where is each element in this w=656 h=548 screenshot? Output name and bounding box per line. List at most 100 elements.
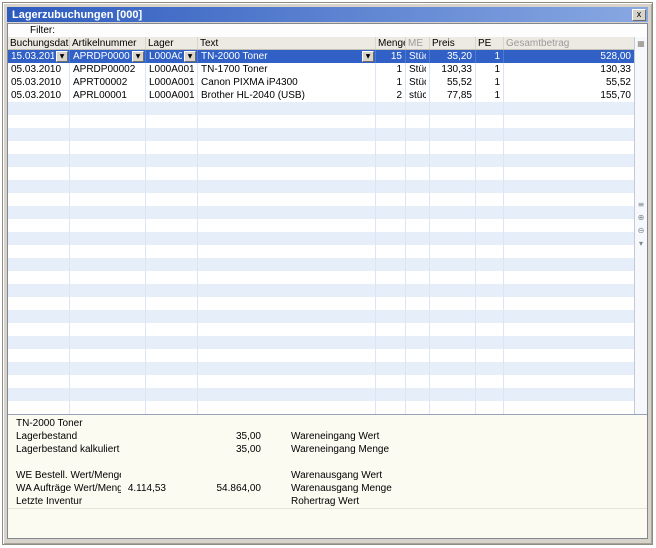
cell-empty [376, 167, 406, 180]
column-header-gesamtbetrag[interactable]: Gesamtbetrag [504, 37, 634, 49]
cell-empty [70, 297, 146, 310]
title-bar[interactable]: Lagerzubuchungen [000] x [7, 7, 648, 22]
table-row-empty[interactable] [8, 102, 634, 115]
column-header-menge[interactable]: Menge [376, 37, 406, 49]
table-row-empty[interactable] [8, 258, 634, 271]
table-row-empty[interactable] [8, 193, 634, 206]
table-row[interactable]: 05.03.2010APRT00002L000A001Canon PIXMA i… [8, 76, 634, 89]
table-row-empty[interactable] [8, 141, 634, 154]
data-grid: BuchungsdatumArtikelnummerLagerTextMenge… [8, 37, 634, 414]
app-window: Lagerzubuchungen [000] x Filter: Buchung… [2, 2, 653, 545]
zoom-out-icon[interactable]: ⊖ [636, 225, 647, 236]
cell-empty [8, 323, 70, 336]
table-row-empty[interactable] [8, 180, 634, 193]
table-row[interactable]: 05.03.2010APRL00001L000A001Brother HL-20… [8, 89, 634, 102]
cell-preis: 77,85 [430, 89, 476, 102]
column-chooser-icon[interactable]: ▦ [636, 38, 647, 49]
cell-empty [70, 102, 146, 115]
cell-empty [376, 128, 406, 141]
cell-empty [146, 401, 198, 414]
cell-empty [406, 102, 430, 115]
cell-empty [430, 271, 476, 284]
table-row-empty[interactable] [8, 362, 634, 375]
cell-empty [504, 323, 634, 336]
table-row-empty[interactable] [8, 388, 634, 401]
cell-empty [476, 141, 504, 154]
cell-empty [376, 375, 406, 388]
column-header-buchungsdatum[interactable]: Buchungsdatum [8, 37, 70, 49]
table-row-empty[interactable] [8, 401, 634, 414]
table-row-empty[interactable] [8, 245, 634, 258]
table-row-empty[interactable] [8, 128, 634, 141]
cell-gesamtbetrag: 528,00 [504, 50, 634, 63]
cell-empty [504, 206, 634, 219]
cell-empty [476, 206, 504, 219]
cell-empty [406, 128, 430, 141]
table-row-empty[interactable] [8, 375, 634, 388]
list-icon[interactable]: ≡ [636, 199, 647, 210]
cell-me: stück [406, 89, 430, 102]
cell-empty [406, 180, 430, 193]
expand-icon[interactable]: ▾ [636, 238, 647, 249]
column-header-lager[interactable]: Lager [146, 37, 198, 49]
table-row-empty[interactable] [8, 297, 634, 310]
cell-empty [8, 245, 70, 258]
table-row-empty[interactable] [8, 349, 634, 362]
cell-empty [70, 128, 146, 141]
table-row[interactable]: 05.03.2010APRDP00002L000A001TN-1700 Tone… [8, 63, 634, 76]
summary-product-row: TN-2000 Toner [8, 417, 647, 430]
zoom-in-icon[interactable]: ⊕ [636, 212, 647, 223]
table-row-selected[interactable]: 15.03.2010▼APRDP00001▼L000A001▼TN-2000 T… [8, 50, 634, 63]
dropdown-button[interactable]: ▼ [132, 51, 144, 62]
cell-empty [146, 258, 198, 271]
close-button[interactable]: x [632, 9, 646, 21]
column-header-pe[interactable]: PE [476, 37, 504, 49]
table-row-empty[interactable] [8, 167, 634, 180]
cell-empty [146, 206, 198, 219]
cell-empty [376, 388, 406, 401]
table-row-empty[interactable] [8, 323, 634, 336]
cell-empty [476, 336, 504, 349]
cell-lager: L000A001 [146, 76, 198, 89]
column-header-artikelnummer[interactable]: Artikelnummer [70, 37, 146, 49]
cell-empty [198, 336, 376, 349]
cell-empty [476, 388, 504, 401]
cell-empty [376, 193, 406, 206]
dropdown-button[interactable]: ▼ [362, 51, 374, 62]
cell-empty [198, 102, 376, 115]
cell-empty [198, 167, 376, 180]
table-row-empty[interactable] [8, 154, 634, 167]
column-header-text[interactable]: Text [198, 37, 376, 49]
cell-empty [8, 154, 70, 167]
cell-empty [146, 310, 198, 323]
cell-empty [8, 375, 70, 388]
dropdown-button[interactable]: ▼ [184, 51, 196, 62]
side-toolbar-group: ≡ ⊕ ⊖ ▾ [636, 199, 647, 249]
dropdown-button[interactable]: ▼ [56, 51, 68, 62]
cell-empty [70, 310, 146, 323]
table-row-empty[interactable] [8, 310, 634, 323]
column-header-preis[interactable]: Preis [430, 37, 476, 49]
cell-empty [8, 284, 70, 297]
cell-empty [146, 336, 198, 349]
table-row-empty[interactable] [8, 115, 634, 128]
cell-empty [476, 349, 504, 362]
cell-empty [430, 115, 476, 128]
summary-label: WA Aufträge Wert/Menge [16, 483, 121, 494]
column-header-me[interactable]: ME [406, 37, 430, 49]
cell-empty [476, 102, 504, 115]
table-row-empty[interactable] [8, 232, 634, 245]
table-row-empty[interactable] [8, 206, 634, 219]
table-row-empty[interactable] [8, 336, 634, 349]
table-row-empty[interactable] [8, 284, 634, 297]
table-row-empty[interactable] [8, 271, 634, 284]
cell-lager: L000A001 [146, 89, 198, 102]
cell-empty [198, 232, 376, 245]
summary-rows: Lagerbestand35,00Wareneingang WertLagerb… [8, 430, 647, 508]
cell-empty [504, 310, 634, 323]
table-row-empty[interactable] [8, 219, 634, 232]
cell-empty [504, 349, 634, 362]
cell-empty [70, 167, 146, 180]
cell-empty [476, 375, 504, 388]
cell-empty [70, 219, 146, 232]
